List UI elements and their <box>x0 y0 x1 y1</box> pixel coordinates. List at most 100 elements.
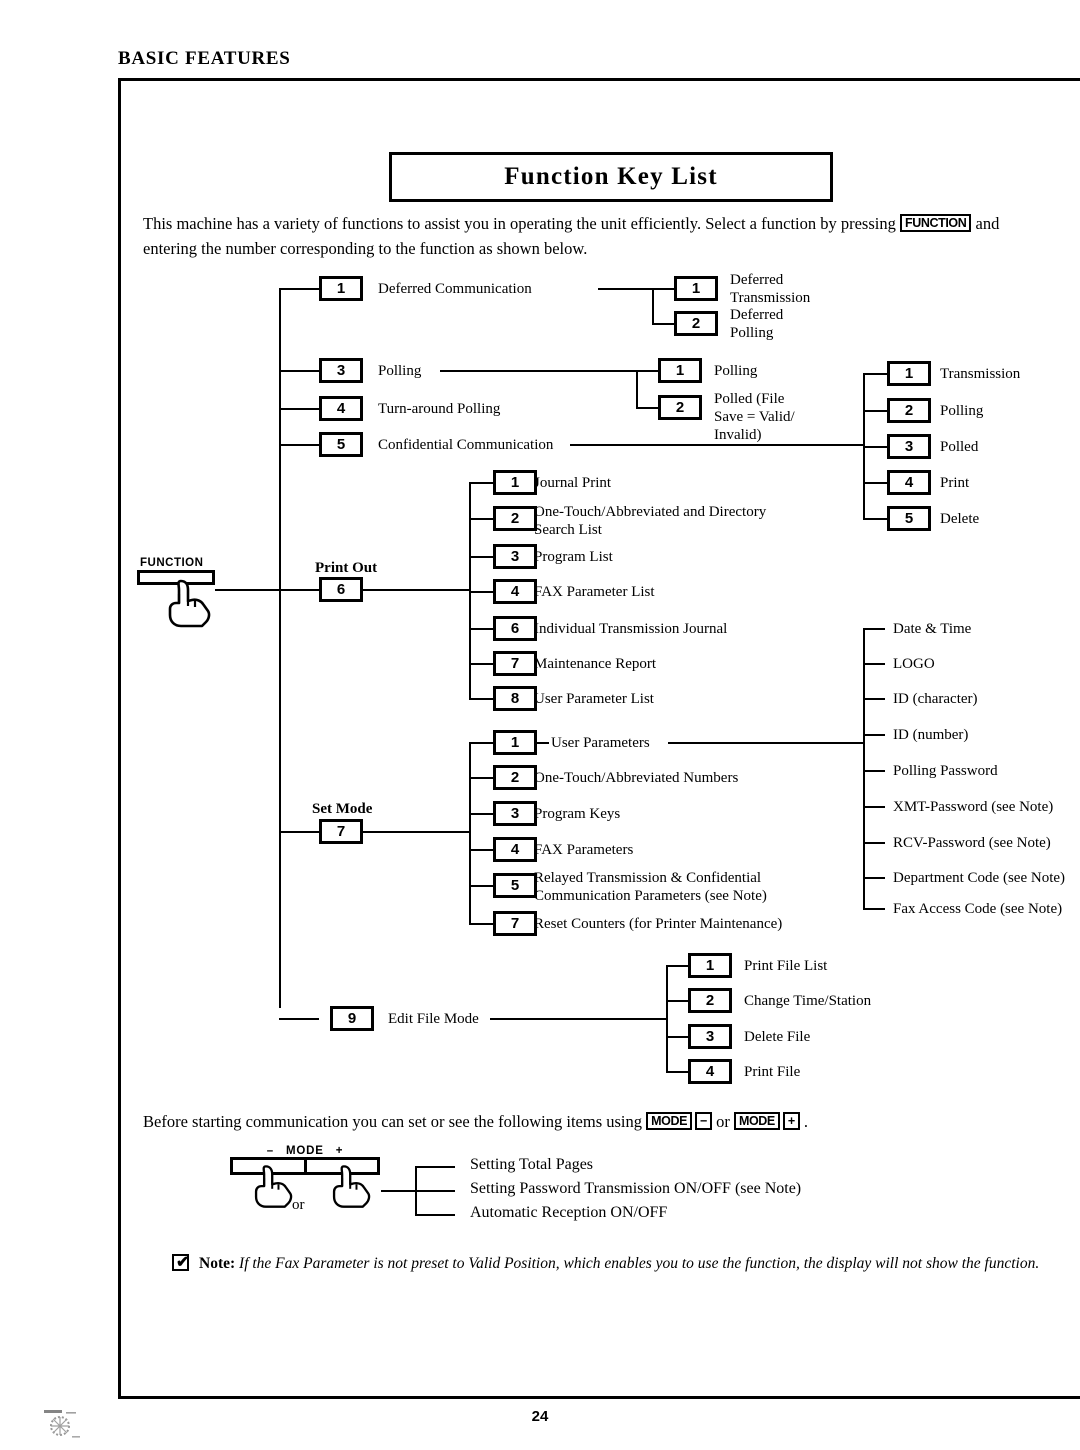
right-col-connector-2 <box>863 410 887 412</box>
label-one-touch-abbreviated-numbers: One-Touch/Abbreviated Numbers <box>534 770 739 786</box>
note-text: Note: If the Fax Parameter is not preset… <box>199 1252 1052 1275</box>
branch-4 <box>279 408 319 410</box>
mode-key-illustration: – MODE + or <box>230 1145 380 1213</box>
printout-conn-1 <box>469 482 493 484</box>
up-conn-2 <box>863 698 885 700</box>
content-frame-bottom-rule <box>118 1396 1080 1399</box>
mode-items-link <box>381 1190 417 1192</box>
branch-6 <box>279 589 319 591</box>
trunk-from-function-key <box>215 589 281 591</box>
mode-item-password-transmission: Setting Password Transmission ON/OFF (se… <box>470 1180 802 1197</box>
page-number: 24 <box>531 1408 549 1425</box>
setmode-key-box-1[interactable]: 1 <box>493 730 537 755</box>
key-box-7[interactable]: 7 <box>319 819 363 844</box>
label-confidential-communication: Confidential Communication <box>378 437 554 453</box>
key-box-1[interactable]: 1 <box>319 276 363 301</box>
intro-paragraph: This machine has a variety of functions … <box>143 211 1080 261</box>
label-deferred-transmission: Deferred Transmission <box>730 272 811 306</box>
label-logo: LOGO <box>893 656 935 672</box>
key-box-6[interactable]: 6 <box>319 577 363 602</box>
mode-key-caption: – MODE + <box>230 1145 380 1157</box>
setmode-key-box-2[interactable]: 2 <box>493 765 537 790</box>
polling-key-box-2[interactable]: 2 <box>658 395 702 420</box>
deferred-children-trunk <box>652 288 654 324</box>
branch-1 <box>279 288 319 290</box>
page-title-box: Function Key List <box>389 152 833 202</box>
note-label: Note: <box>199 1255 236 1272</box>
link-polling-to-children <box>440 370 638 372</box>
link-editfile-to-children <box>490 1018 668 1020</box>
userparams-stub <box>537 742 549 744</box>
printout-key-box-6[interactable]: 6 <box>493 616 537 641</box>
setmode-conn-4 <box>469 849 493 851</box>
confidential-key-box-5[interactable]: 5 <box>887 506 931 531</box>
mode-intro-after: . <box>799 1112 809 1131</box>
printout-key-box-8[interactable]: 8 <box>493 686 537 711</box>
deferred-key-box-2[interactable]: 2 <box>674 311 718 336</box>
setmode-key-box-4[interactable]: 4 <box>493 837 537 862</box>
mode-intro-before: Before starting communication you can se… <box>143 1112 647 1131</box>
up-conn-8 <box>863 908 885 910</box>
label-fax-access-code: Fax Access Code (see Note) <box>893 901 1063 917</box>
mode-keycap-1: MODE <box>646 1112 693 1130</box>
label-program-list: Program List <box>534 549 613 565</box>
mode-or-label: or <box>292 1197 305 1213</box>
mode-keycap-2: MODE <box>733 1112 780 1130</box>
setmode-conn-7 <box>469 923 493 925</box>
note-block: ✔ Note: If the Fax Parameter is not pres… <box>172 1252 1052 1275</box>
editfile-key-box-2[interactable]: 2 <box>688 988 732 1013</box>
polling-key-box-1[interactable]: 1 <box>658 358 702 383</box>
label-id-character: ID (character) <box>893 691 978 707</box>
printout-conn-6 <box>469 628 493 630</box>
setmode-key-box-5[interactable]: 5 <box>493 873 537 898</box>
key-box-3[interactable]: 3 <box>319 358 363 383</box>
intro-text-after: and <box>971 214 1000 233</box>
editfile-key-box-1[interactable]: 1 <box>688 953 732 978</box>
setmode-key-box-7[interactable]: 7 <box>493 911 537 936</box>
printout-key-box-4[interactable]: 4 <box>493 579 537 604</box>
mode-title-label: MODE <box>285 1145 324 1157</box>
intro-line-2: entering the number corresponding to the… <box>143 239 588 258</box>
branch-3 <box>279 370 319 372</box>
printout-key-box-2[interactable]: 2 <box>493 506 537 531</box>
mode-item-conn-1 <box>415 1166 455 1168</box>
printout-conn-8 <box>469 698 493 700</box>
label-individual-transmission-journal: Individual Transmission Journal <box>534 621 728 637</box>
label-deferred-communication: Deferred Communication <box>378 281 532 297</box>
editfile-key-box-4[interactable]: 4 <box>688 1059 732 1084</box>
editfile-key-box-3[interactable]: 3 <box>688 1024 732 1049</box>
right-col-connector-5 <box>863 518 887 520</box>
up-conn-0 <box>863 628 885 630</box>
label-maintenance-report: Maintenance Report <box>534 656 657 672</box>
label-date-time: Date & Time <box>893 621 972 637</box>
setmode-key-box-3[interactable]: 3 <box>493 801 537 826</box>
confidential-key-box-2[interactable]: 2 <box>887 398 931 423</box>
confidential-key-box-4[interactable]: 4 <box>887 470 931 495</box>
right-col-connector-3 <box>863 446 887 448</box>
page-title: Function Key List <box>504 163 718 190</box>
mode-items-list: Setting Total Pages Setting Password Tra… <box>470 1153 801 1225</box>
label-relayed-transmission-confidential: Relayed Transmission & Confidential Comm… <box>534 870 767 904</box>
key-box-9[interactable]: 9 <box>330 1006 374 1031</box>
label-program-keys: Program Keys <box>534 806 621 822</box>
deferred-child-2-connector <box>652 323 674 325</box>
deferred-key-box-1[interactable]: 1 <box>674 276 718 301</box>
label-user-parameters: User Parameters <box>551 735 650 751</box>
branch-5 <box>279 444 319 446</box>
label-journal-print: Journal Print <box>534 475 612 491</box>
mode-item-setting-total-pages: Setting Total Pages <box>470 1156 594 1173</box>
label-id-number: ID (number) <box>893 727 969 743</box>
up-conn-6 <box>863 842 885 844</box>
note-body: If the Fax Parameter is not preset to Va… <box>235 1255 1040 1272</box>
key-box-4[interactable]: 4 <box>319 396 363 421</box>
editfile-conn-4 <box>666 1071 688 1073</box>
setmode-children-trunk <box>469 742 471 924</box>
printout-key-box-3[interactable]: 3 <box>493 544 537 569</box>
key-box-5[interactable]: 5 <box>319 432 363 457</box>
label-print: Print <box>940 475 970 491</box>
printout-key-box-1[interactable]: 1 <box>493 470 537 495</box>
plus-keycap: + <box>782 1112 800 1130</box>
confidential-key-box-3[interactable]: 3 <box>887 434 931 459</box>
confidential-key-box-1[interactable]: 1 <box>887 361 931 386</box>
printout-key-box-7[interactable]: 7 <box>493 651 537 676</box>
